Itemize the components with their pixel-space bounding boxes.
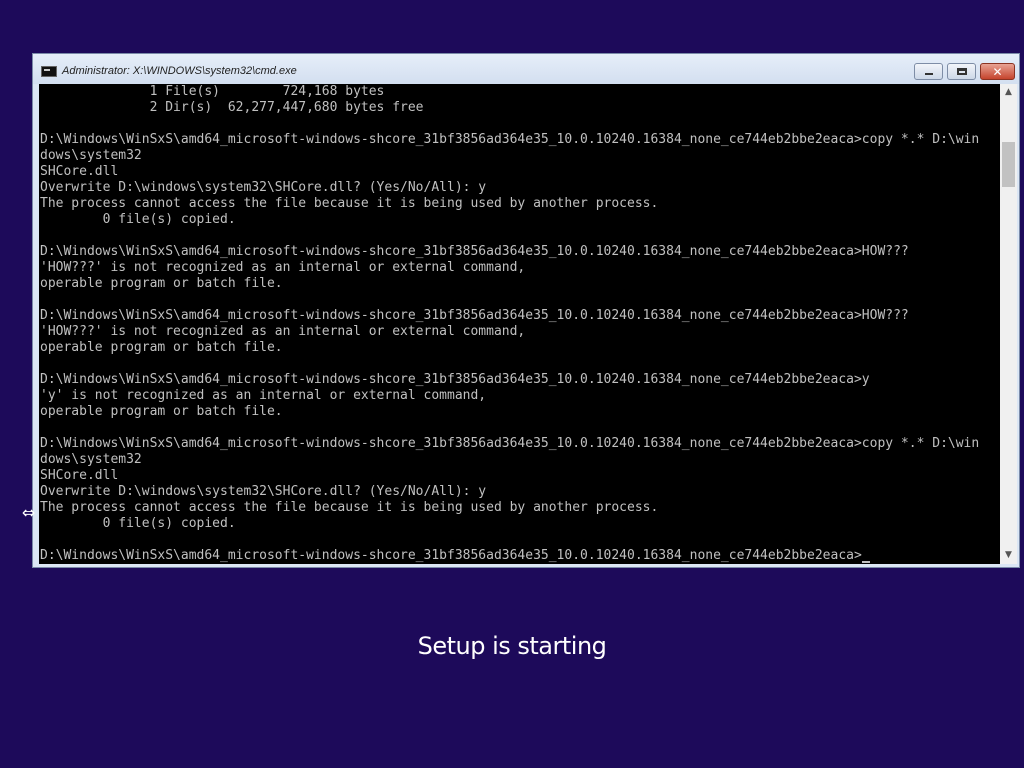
console-line: Overwrite D:\windows\system32\SHCore.dll… — [40, 180, 487, 195]
console-text: 1 File(s) 724,168 bytes 2 Dir(s) 62,277,… — [40, 84, 979, 564]
console-line: 'y' is not recognized as an internal or … — [40, 388, 487, 403]
console-line: D:\Windows\WinSxS\amd64_microsoft-window… — [40, 132, 980, 147]
window-title: Administrator: X:\WINDOWS\system32\cmd.e… — [62, 65, 297, 77]
console-line: operable program or batch file. — [40, 276, 283, 291]
console-line: D:\Windows\WinSxS\amd64_microsoft-window… — [40, 372, 870, 387]
console-line: dows\system32 — [40, 148, 142, 163]
setup-status-text: Setup is starting — [417, 632, 607, 660]
maximize-icon — [956, 68, 967, 75]
console-output[interactable]: 1 File(s) 724,168 bytes 2 Dir(s) 62,277,… — [39, 84, 1000, 564]
text-cursor — [861, 561, 870, 563]
console-line: 'HOW???' is not recognized as an interna… — [40, 324, 526, 339]
console-line: operable program or batch file. — [40, 340, 283, 355]
scroll-down-icon[interactable]: ▼ — [1000, 547, 1017, 564]
console-line: operable program or batch file. — [40, 404, 283, 419]
title-bar[interactable]: Administrator: X:\WINDOWS\system32\cmd.e… — [33, 54, 1019, 84]
close-button[interactable]: ✕ — [980, 63, 1015, 80]
console-line: The process cannot access the file becau… — [40, 196, 659, 211]
close-icon: ✕ — [992, 64, 1003, 79]
console-line: D:\Windows\WinSxS\amd64_microsoft-window… — [40, 308, 909, 323]
console-line: D:\Windows\WinSxS\amd64_microsoft-window… — [40, 244, 909, 259]
console-line: 0 file(s) copied. — [40, 212, 236, 227]
console-line: 1 File(s) 724,168 bytes — [40, 84, 385, 99]
console-line: Overwrite D:\windows\system32\SHCore.dll… — [40, 484, 487, 499]
console-line: 'HOW???' is not recognized as an interna… — [40, 260, 526, 275]
console-prompt: D:\Windows\WinSxS\amd64_microsoft-window… — [40, 548, 862, 563]
console-line: dows\system32 — [40, 452, 142, 467]
console-line: 0 file(s) copied. — [40, 516, 236, 531]
vertical-scrollbar[interactable]: ▲ ▼ — [1000, 84, 1017, 564]
console-line: SHCore.dll — [40, 468, 119, 483]
setup-background: Administrator: X:\WINDOWS\system32\cmd.e… — [0, 0, 1024, 768]
console-line: D:\Windows\WinSxS\amd64_microsoft-window… — [40, 436, 980, 451]
minimize-button[interactable] — [914, 63, 943, 80]
console-line: 2 Dir(s) 62,277,447,680 bytes free — [40, 100, 424, 115]
console-icon[interactable] — [41, 66, 57, 77]
console-line: SHCore.dll — [40, 164, 119, 179]
console-line: The process cannot access the file becau… — [40, 500, 659, 515]
minimize-icon — [924, 73, 933, 75]
maximize-button[interactable] — [947, 63, 976, 80]
resize-cursor-icon: ⇔ — [22, 503, 36, 522]
scroll-up-icon[interactable]: ▲ — [1000, 84, 1017, 101]
scroll-thumb[interactable] — [1002, 142, 1015, 187]
cmd-window[interactable]: Administrator: X:\WINDOWS\system32\cmd.e… — [32, 53, 1020, 568]
